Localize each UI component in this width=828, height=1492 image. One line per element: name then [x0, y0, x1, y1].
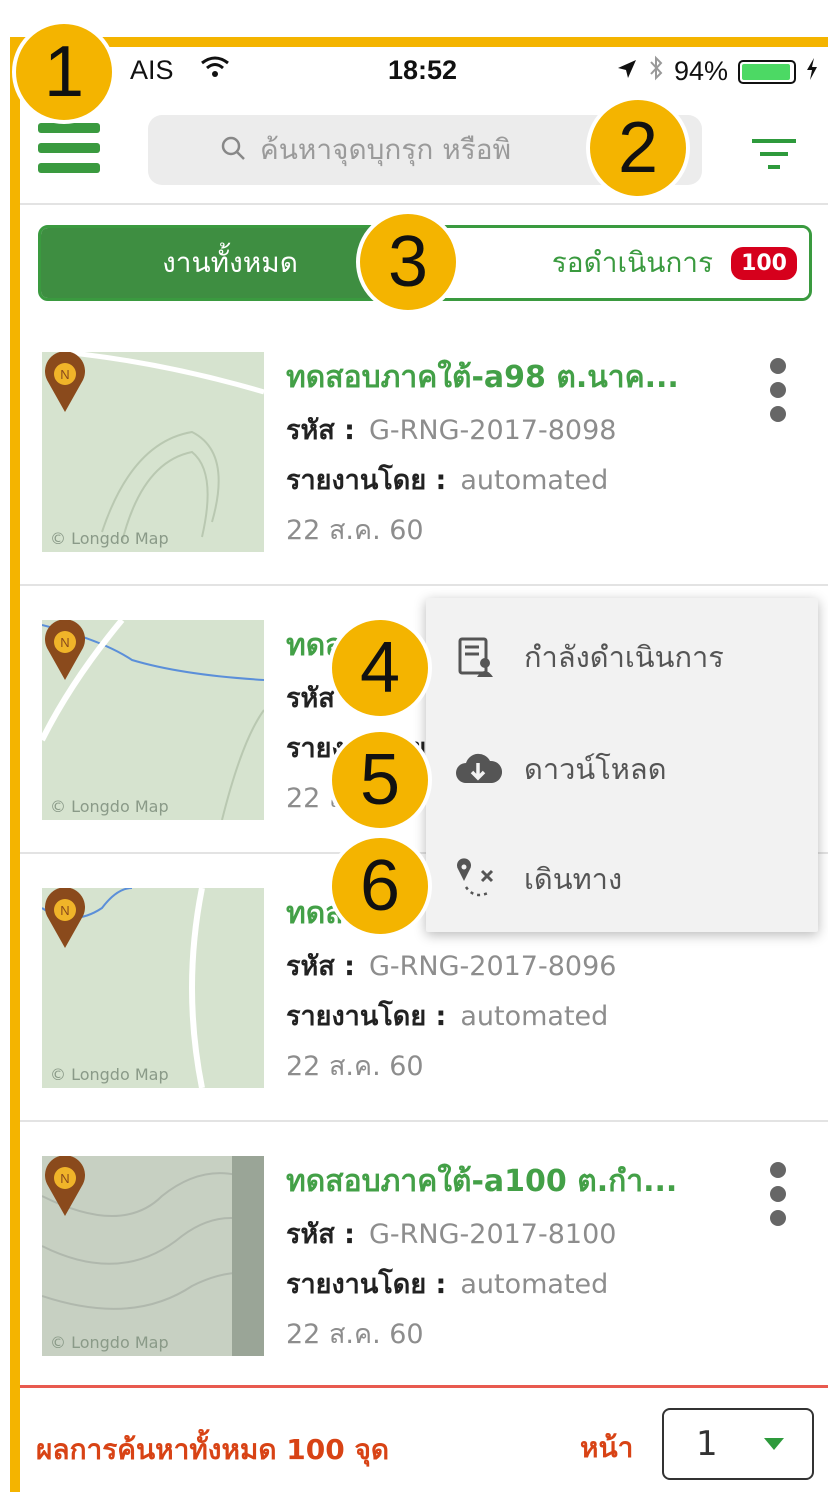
wifi-icon [200, 55, 230, 86]
annotation-marker-4: 4 [328, 616, 432, 720]
clock: 18:52 [388, 55, 458, 85]
menu-label: เดินทาง [524, 862, 623, 896]
bluetooth-icon [648, 55, 664, 88]
page-select-value: 1 [696, 1424, 718, 1464]
chevron-down-icon [764, 1438, 784, 1450]
result-count-text: ผลการค้นหาทั้งหมด 100 จุด [36, 1433, 390, 1466]
battery-icon [738, 59, 796, 84]
annotation-frame-left [10, 37, 20, 1492]
svg-text:N: N [60, 903, 69, 918]
status-bar: AIS 18:52 94% [20, 47, 828, 95]
map-pin-icon: N [45, 352, 85, 412]
item-info: ทดสอบภาคใต้-a98 ต.นาค... รหัส : G-RNG-201… [286, 354, 756, 551]
item-code: G-RNG-2017-8100 [368, 1219, 617, 1250]
tab-pending-label: รอดำเนินการ [551, 246, 714, 279]
svg-text:N: N [60, 367, 69, 382]
map-credit: © Longdo Map [50, 529, 169, 548]
map-pin-icon: N [45, 1156, 85, 1216]
assign-user-icon [458, 637, 493, 677]
reporter-label: รายงานโดย : [286, 1001, 447, 1032]
battery-percent: 94% [673, 56, 728, 86]
code-label: รหัส : [286, 415, 355, 446]
list-item[interactable]: N © Longdo Map ทดสอบภาคใต้-a100 ต.กำ... … [20, 1122, 828, 1390]
more-options-icon[interactable] [768, 358, 788, 422]
map-pin-icon: N [45, 888, 85, 948]
map-credit: © Longdo Map [50, 797, 169, 816]
annotation-marker-2: 2 [586, 96, 690, 200]
item-date: 22 ส.ค. 60 [286, 1051, 424, 1082]
svg-text:N: N [60, 635, 69, 650]
code-label: รหัส : [286, 1219, 355, 1250]
map-pin-icon: N [45, 620, 85, 680]
annotation-frame-top [10, 37, 828, 47]
svg-text:N: N [60, 1171, 69, 1186]
item-reporter: automated [460, 1269, 609, 1300]
annotation-marker-1: 1 [12, 20, 116, 124]
list-item[interactable]: N © Longdo Map ทดสอบภาคใต้-a98 ต.นาค... … [20, 318, 828, 586]
reporter-label: รายงานโดย : [286, 1269, 447, 1300]
menu-item-in-progress[interactable]: กำลังดำเนินการ [426, 602, 818, 712]
item-code: G-RNG-2017-8098 [368, 415, 617, 446]
menu-item-download[interactable]: ดาวน์โหลด [426, 714, 818, 824]
map-thumbnail: N © Longdo Map [42, 620, 264, 820]
app-header: ค้นหาจุดบุกรุก หรือพิ [20, 95, 828, 205]
item-reporter: automated [460, 1001, 609, 1032]
tab-all-label: งานทั้งหมด [162, 246, 298, 279]
page-label: หน้า [580, 1431, 634, 1464]
page-select[interactable]: 1 [662, 1408, 814, 1480]
context-menu: กำลังดำเนินการ ดาวน์โหลด เดินทาง [426, 598, 818, 932]
menu-label: กำลังดำเนินการ [524, 640, 724, 674]
item-info: ทดสอบภาคใต้-a100 ต.กำ... รหัส : G-RNG-201… [286, 1158, 756, 1355]
map-thumbnail: N © Longdo Map [42, 352, 264, 552]
more-options-icon[interactable] [768, 1162, 788, 1226]
tab-pending[interactable]: รอดำเนินการ 100 [419, 228, 809, 298]
route-icon [457, 858, 494, 897]
cloud-download-icon [456, 753, 502, 783]
map-thumbnail: N © Longdo Map [42, 1156, 264, 1356]
menu-icon[interactable] [38, 123, 100, 173]
status-right: 94% [616, 55, 818, 88]
reporter-label: รายงานโดย : [286, 465, 447, 496]
footer-bar: ผลการค้นหาทั้งหมด 100 จุด หน้า 1 [20, 1385, 828, 1492]
item-date: 22 ส.ค. 60 [286, 1319, 424, 1350]
annotation-marker-5: 5 [328, 728, 432, 832]
item-reporter: automated [460, 465, 609, 496]
search-icon [221, 136, 245, 160]
map-thumbnail: N © Longdo Map [42, 888, 264, 1088]
menu-item-travel[interactable]: เดินทาง [426, 824, 818, 934]
filter-icon[interactable] [752, 137, 796, 171]
map-credit: © Longdo Map [50, 1065, 169, 1084]
item-code: G-RNG-2017-8096 [368, 951, 617, 982]
code-label: รหัส : [286, 951, 355, 982]
location-arrow-icon [616, 56, 638, 87]
annotation-marker-6: 6 [328, 834, 432, 938]
item-title: ทดสอบภาคใต้-a100 ต.กำ... [286, 1164, 678, 1198]
charging-icon [806, 56, 818, 87]
pending-count-badge: 100 [731, 246, 797, 280]
carrier-label: AIS [130, 55, 174, 85]
map-credit: © Longdo Map [50, 1333, 169, 1352]
item-date: 22 ส.ค. 60 [286, 515, 424, 546]
annotation-marker-3: 3 [356, 210, 460, 314]
menu-label: ดาวน์โหลด [524, 752, 667, 786]
item-title: ทดสอบภาคใต้-a98 ต.นาค... [286, 360, 679, 394]
